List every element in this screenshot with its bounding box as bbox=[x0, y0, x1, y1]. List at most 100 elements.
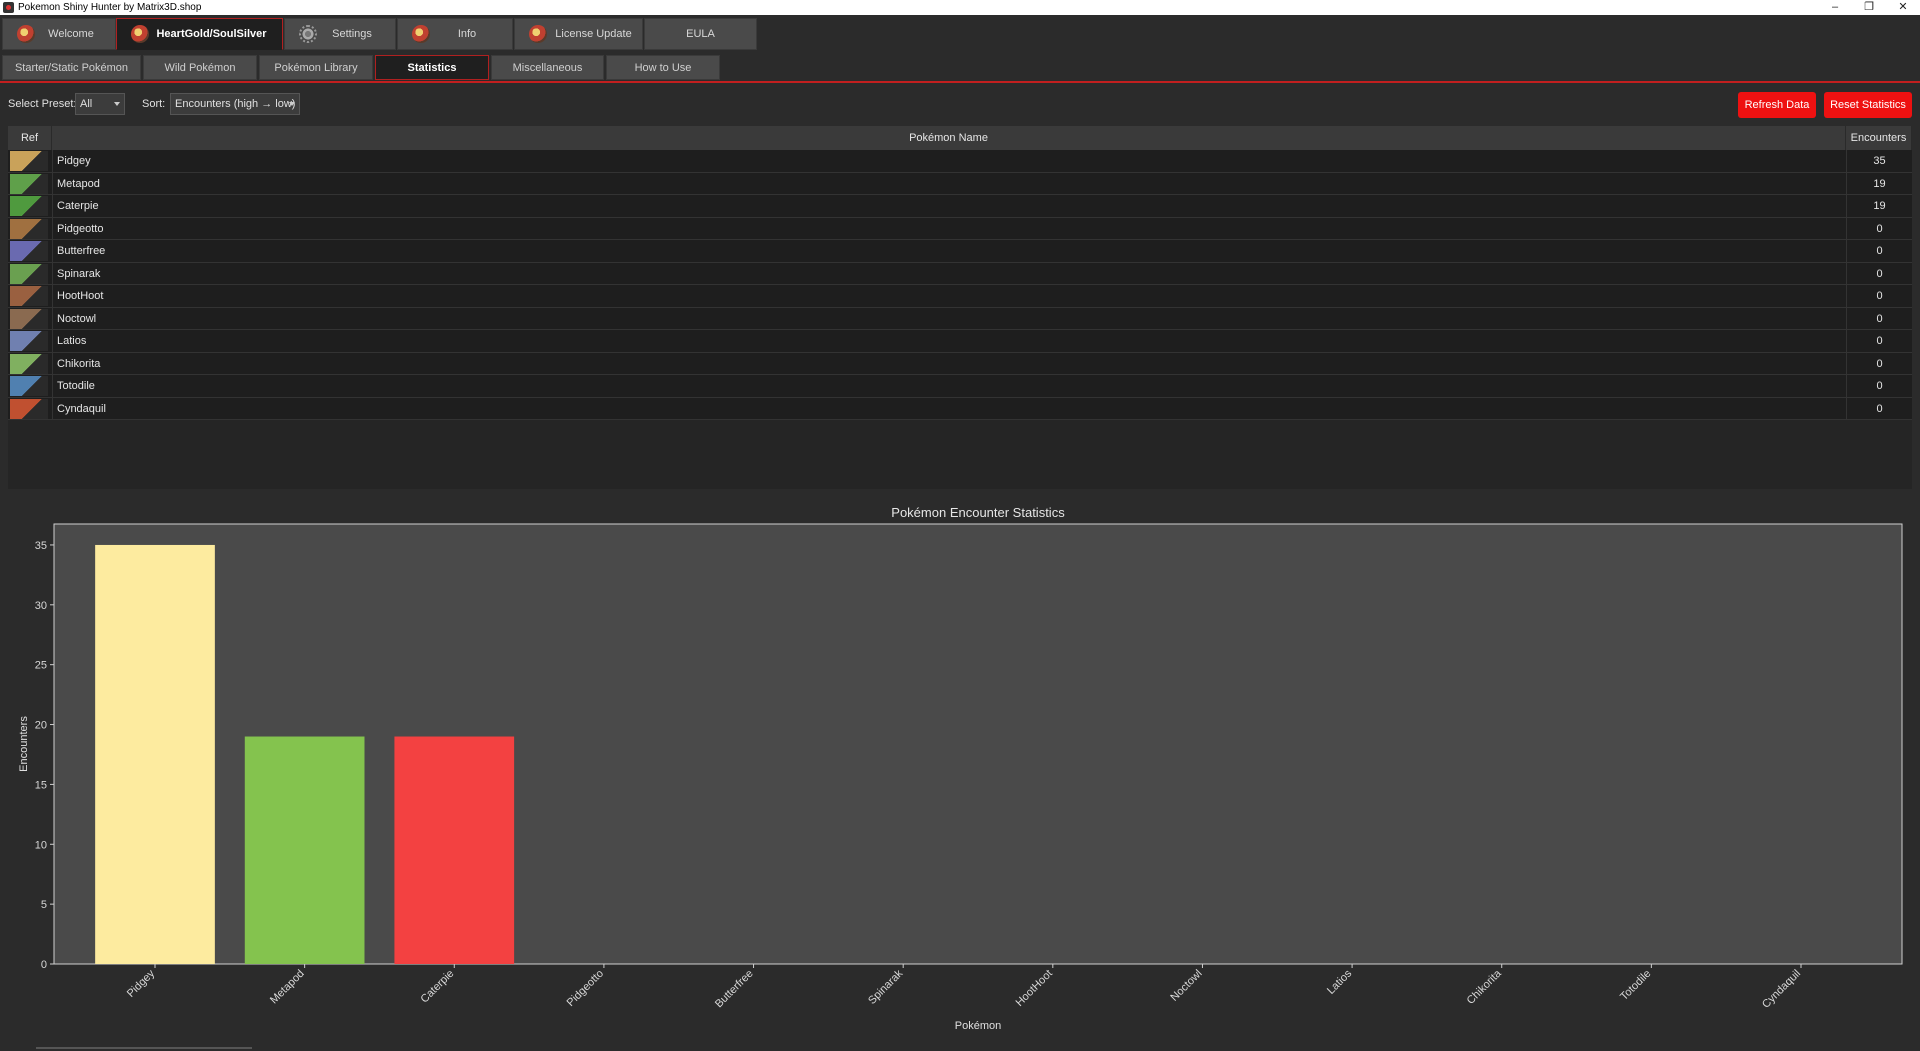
tab-pokemon-library[interactable]: Pokémon Library bbox=[259, 55, 373, 80]
tab-heartgold-soulsilver[interactable]: HeartGold/SoulSilver bbox=[116, 18, 283, 50]
x-tick-label: Chikorita bbox=[1465, 967, 1505, 1007]
encounter-chart: Pokémon Encounter Statistics Pidgey Metap… bbox=[0, 495, 1920, 1051]
table-row[interactable]: HootHoot 0 bbox=[8, 285, 1912, 308]
pokemon-sprite bbox=[10, 151, 48, 171]
table-row[interactable]: Metapod 19 bbox=[8, 172, 1912, 195]
tab-eula[interactable]: EULA bbox=[644, 18, 757, 50]
tab-starter-static[interactable]: Starter/Static Pokémon bbox=[2, 55, 141, 80]
window-titlebar: Pokemon Shiny Hunter by Matrix3D.shop – … bbox=[0, 0, 1920, 15]
pokemon-sprite bbox=[10, 376, 48, 396]
encounters-cell: 0 bbox=[1846, 307, 1912, 330]
tab-label: EULA bbox=[686, 28, 715, 40]
chevron-down-icon bbox=[114, 102, 120, 106]
pokemon-sprite bbox=[10, 173, 48, 194]
x-tick-label: Spinarak bbox=[866, 967, 906, 1007]
tab-miscellaneous[interactable]: Miscellaneous bbox=[491, 55, 604, 80]
table-header: Ref Pokémon Name Encounters bbox=[8, 126, 1912, 150]
preset-select[interactable]: All bbox=[75, 93, 125, 115]
pokemon-sprite bbox=[10, 241, 48, 261]
sort-select[interactable]: Encounters (high → low) bbox=[170, 93, 300, 115]
cell-divider bbox=[52, 285, 53, 307]
pokemon-sprite bbox=[10, 331, 48, 351]
x-tick-label: Caterpie bbox=[419, 968, 457, 1006]
encounters-cell: 19 bbox=[1846, 195, 1912, 217]
column-header-ref[interactable]: Ref bbox=[8, 126, 52, 150]
pokemon-name-cell: Cyndaquil bbox=[57, 402, 106, 415]
pokemon-sprite bbox=[10, 398, 48, 419]
sort-label: Sort: bbox=[142, 98, 166, 110]
close-icon[interactable]: ✕ bbox=[1886, 0, 1920, 15]
tab-label: Settings bbox=[332, 28, 372, 40]
pokemon-sprite bbox=[10, 308, 48, 329]
y-tick-label: 35 bbox=[35, 540, 47, 552]
pokemon-name-cell: Chikorita bbox=[57, 357, 101, 370]
bar-pidgey bbox=[95, 544, 215, 964]
tab-how-to-use[interactable]: How to Use bbox=[606, 55, 720, 80]
column-header-name[interactable]: Pokémon Name bbox=[52, 126, 1846, 150]
table-row[interactable]: Butterfree 0 bbox=[8, 240, 1912, 263]
chevron-down-icon bbox=[289, 102, 295, 106]
table-row[interactable]: Caterpie 19 bbox=[8, 195, 1912, 218]
encounters-cell: 35 bbox=[1846, 150, 1912, 172]
app-icon bbox=[3, 2, 14, 13]
window-controls: – ❐ ✕ bbox=[1818, 0, 1920, 15]
cell-divider bbox=[52, 217, 53, 240]
restore-icon[interactable]: ❐ bbox=[1852, 0, 1886, 15]
statistics-toolbar: Select Preset: All Sort: Encounters (hig… bbox=[0, 86, 1920, 122]
pokemon-name-cell: HootHoot bbox=[57, 290, 104, 302]
table-row[interactable]: Noctowl 0 bbox=[8, 307, 1912, 330]
reset-statistics-button[interactable]: Reset Statistics bbox=[1824, 92, 1912, 118]
sub-tab-bar: Starter/Static Pokémon Wild Pokémon Poké… bbox=[0, 53, 1920, 83]
y-tick-label: 20 bbox=[35, 720, 47, 732]
refresh-data-button[interactable]: Refresh Data bbox=[1738, 92, 1816, 118]
table-row[interactable]: Chikorita 0 bbox=[8, 352, 1912, 375]
tab-info[interactable]: Info bbox=[397, 18, 513, 50]
pokemon-name-cell: Totodile bbox=[57, 380, 95, 392]
gear-icon bbox=[299, 25, 317, 43]
pokemon-sprite bbox=[10, 218, 48, 239]
table-row[interactable]: Pidgeotto 0 bbox=[8, 217, 1912, 240]
table-row[interactable]: Spinarak 0 bbox=[8, 262, 1912, 285]
pokemon-name-cell: Spinarak bbox=[57, 267, 101, 280]
tab-statistics[interactable]: Statistics bbox=[375, 55, 489, 80]
encounters-cell: 0 bbox=[1846, 375, 1912, 397]
tab-label: Welcome bbox=[48, 28, 94, 40]
encounters-cell: 0 bbox=[1846, 217, 1912, 240]
x-tick-label: Cyndaquil bbox=[1760, 968, 1803, 1011]
y-tick-label: 5 bbox=[41, 899, 47, 911]
table-row[interactable]: Totodile 0 bbox=[8, 375, 1912, 398]
scrollbar-hint bbox=[36, 1047, 252, 1049]
tab-license-update[interactable]: License Update bbox=[514, 18, 643, 50]
pokemon-name-cell: Metapod bbox=[57, 177, 100, 190]
table-row[interactable]: Cyndaquil 0 bbox=[8, 397, 1912, 420]
cell-divider bbox=[52, 150, 53, 172]
y-tick-label: 15 bbox=[35, 779, 47, 791]
x-tick-label: Totodile bbox=[1618, 968, 1653, 1003]
cell-divider bbox=[52, 397, 53, 420]
pokemon-sprite bbox=[10, 263, 48, 284]
encounters-cell: 0 bbox=[1846, 330, 1912, 352]
encounters-cell: 0 bbox=[1846, 352, 1912, 375]
y-tick-label: 25 bbox=[35, 660, 47, 672]
cell-divider bbox=[52, 330, 53, 352]
column-header-encounters[interactable]: Encounters bbox=[1846, 126, 1912, 150]
pokeball-icon bbox=[17, 25, 35, 43]
table-row[interactable]: Pidgey 35 bbox=[8, 150, 1912, 173]
tab-wild-pokemon[interactable]: Wild Pokémon bbox=[143, 55, 257, 80]
encounters-cell: 0 bbox=[1846, 240, 1912, 262]
sort-value: Encounters (high → low) bbox=[175, 98, 296, 110]
encounters-cell: 19 bbox=[1846, 172, 1912, 195]
minimize-icon[interactable]: – bbox=[1818, 0, 1852, 15]
bar-metapod bbox=[244, 736, 365, 964]
pokemon-name-cell: Latios bbox=[57, 335, 87, 347]
pokemon-name-cell: Noctowl bbox=[57, 312, 97, 325]
tab-label: License Update bbox=[555, 28, 632, 40]
table-row[interactable]: Latios 0 bbox=[8, 330, 1912, 353]
x-tick-label: Noctowl bbox=[1168, 968, 1204, 1004]
main-tab-bar: Welcome HeartGold/SoulSilver Settings In… bbox=[0, 15, 1920, 53]
window-title: Pokemon Shiny Hunter by Matrix3D.shop bbox=[18, 2, 202, 13]
tab-settings[interactable]: Settings bbox=[284, 18, 396, 50]
tab-welcome[interactable]: Welcome bbox=[2, 18, 116, 50]
x-tick-label: Metapod bbox=[268, 968, 307, 1007]
x-tick-label: Pidgeotto bbox=[565, 968, 606, 1009]
